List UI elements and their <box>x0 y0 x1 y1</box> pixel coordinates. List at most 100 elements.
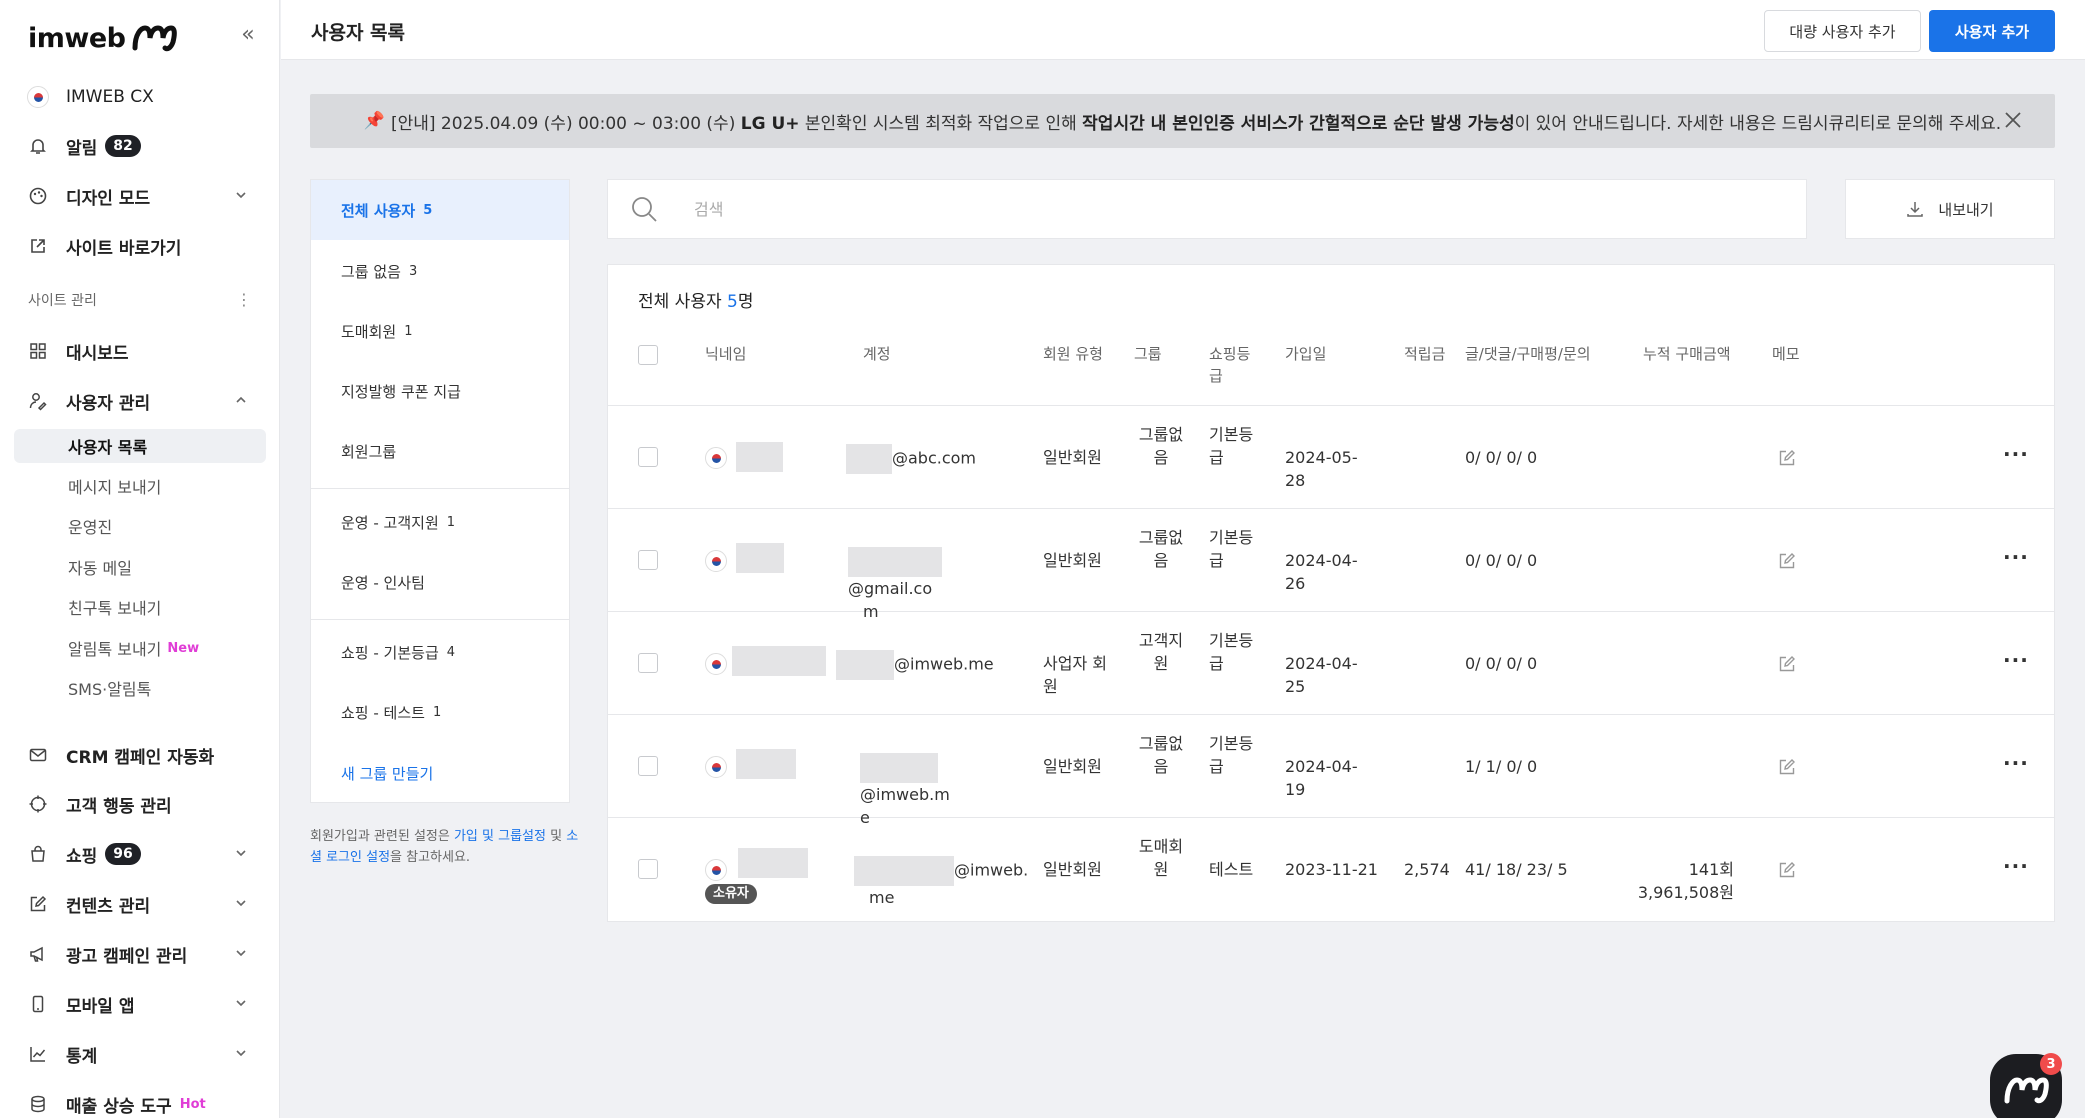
group-item-member-group[interactable]: 회원그룹 <box>311 421 569 481</box>
close-icon[interactable] <box>2001 108 2025 132</box>
top-bar: 사용자 목록 대량 사용자 추가 사용자 추가 <box>281 0 2085 60</box>
more-options-icon[interactable]: ··· <box>2003 648 2029 672</box>
stats-label: 통계 <box>66 1046 98 1067</box>
group-cell: 그룹없음 <box>1138 734 1184 776</box>
group-item-ops-hr[interactable]: 운영 - 인사팀 <box>311 552 569 612</box>
chevron-down-icon <box>236 1050 246 1057</box>
owner-badge: 소유자 <box>705 884 757 904</box>
download-icon <box>1907 202 1924 217</box>
row-checkbox[interactable] <box>638 550 658 570</box>
export-button[interactable]: 내보내기 <box>1845 179 2055 239</box>
header-total-purchase[interactable]: 누적 구매금액 <box>1643 343 1731 365</box>
section-label-site-management: 사이트 관리 <box>28 293 97 309</box>
chevron-down-icon <box>236 900 246 907</box>
search-bar <box>607 179 1807 239</box>
sidebar-item-mobile-app[interactable]: 모바일 앱 <box>26 985 258 1023</box>
posts-cell: 0/ 0/ 0/ 0 <box>1465 654 1538 673</box>
bulk-add-users-button[interactable]: 대량 사용자 추가 <box>1764 10 1921 52</box>
chevron-down-icon <box>236 192 246 199</box>
more-options-icon[interactable]: ··· <box>2003 854 2029 878</box>
sidebar-item-crm[interactable]: CRM 캠페인 자동화 <box>26 736 258 774</box>
sidebar-item-sales-tools[interactable]: 매출 상승 도구 Hot <box>26 1085 258 1118</box>
header-shopping-grade[interactable]: 쇼핑등급 <box>1209 343 1257 387</box>
sidebar-item-dashboard[interactable]: 대시보드 <box>26 332 258 370</box>
table-row[interactable]: @imweb.me 사업자 회원 고객지원 기본등급 2024-04-25 0/… <box>608 612 2054 715</box>
header-points[interactable]: 적립금 <box>1404 343 1445 365</box>
row-checkbox[interactable] <box>638 653 658 673</box>
sidebar-item-ads[interactable]: 광고 캠페인 관리 <box>26 935 258 973</box>
header-nickname[interactable]: 닉네임 <box>705 343 746 365</box>
masked-nickname <box>738 848 808 878</box>
member-type-cell: 일반회원 <box>1043 757 1102 776</box>
group-item-wholesale[interactable]: 도매회원 1 <box>311 301 569 361</box>
group-list-panel: 전체 사용자 5 그룹 없음 3 도매회원 1 지정발행 쿠폰 지급 회원그룹 운영 … <box>310 179 570 803</box>
sidebar-subitem-friendtalk[interactable]: 친구톡 보내기 <box>14 590 266 624</box>
site-selector[interactable]: IMWEB CX <box>26 78 258 116</box>
collapse-sidebar-icon[interactable]: « <box>236 20 260 50</box>
header-account[interactable]: 계정 <box>863 343 891 365</box>
select-all-checkbox[interactable] <box>638 345 658 365</box>
table-row[interactable]: 소유자 @imweb. me 일반회원 도매회원 테스트 2023-11-21 2… <box>608 818 2054 921</box>
chevron-down-icon <box>236 950 246 957</box>
group-item-coupon[interactable]: 지정발행 쿠폰 지급 <box>311 361 569 421</box>
sidebar-subitem-send-message[interactable]: 메시지 보내기 <box>14 469 266 503</box>
memo-edit-icon[interactable] <box>1777 757 1797 777</box>
group-item-all-users[interactable]: 전체 사용자 5 <box>311 180 569 240</box>
external-link-icon <box>26 234 50 258</box>
memo-edit-icon[interactable] <box>1777 860 1797 880</box>
header-posts[interactable]: 글/댓글/구매평/문의 <box>1465 343 1591 365</box>
account-cell: @imweb.me <box>854 856 1034 909</box>
more-options-icon[interactable]: ··· <box>2003 545 2029 569</box>
sidebar-item-stats[interactable]: 통계 <box>26 1035 258 1073</box>
sidebar-subitem-user-list[interactable]: 사용자 목록 <box>14 429 266 463</box>
signup-group-settings-link[interactable]: 가입 및 그룹설정 <box>454 829 546 844</box>
notice-text: [안내] 2025.04.09 (수) 00:00 ~ 03:00 (수) LG… <box>390 113 2002 134</box>
sidebar-subitem-auto-mail[interactable]: 자동 메일 <box>14 550 266 584</box>
search-input[interactable] <box>694 199 1694 219</box>
table-row[interactable]: @imweb.m e 일반회원 그룹없음 기본등급 2024-04-19 1/ 1… <box>608 715 2054 827</box>
megaphone-icon <box>26 942 50 966</box>
sidebar-item-user-management[interactable]: 사용자 관리 <box>26 382 258 420</box>
sidebar-subitem-operators[interactable]: 운영진 <box>14 509 266 543</box>
table-row[interactable]: @abc.com 일반회원 그룹없음 기본등급 2024-05-28 0/ 0/… <box>608 406 2054 509</box>
sidebar-item-alarm[interactable]: 알림 82 <box>26 127 258 165</box>
group-item-ops-support[interactable]: 운영 - 고객지원 1 <box>311 492 569 552</box>
row-checkbox[interactable] <box>638 447 658 467</box>
chevron-up-icon <box>236 396 246 403</box>
add-user-button[interactable]: 사용자 추가 <box>1929 10 2055 52</box>
header-member-type[interactable]: 회원 유형 <box>1043 343 1103 365</box>
group-item-no-group[interactable]: 그룹 없음 3 <box>311 241 569 301</box>
more-vertical-icon[interactable]: ⋮ <box>236 290 252 309</box>
header-group[interactable]: 그룹 <box>1134 343 1162 365</box>
more-options-icon[interactable]: ··· <box>2003 442 2029 466</box>
joined-cell: 2024-04-19 <box>1285 757 1358 799</box>
sidebar-item-behavior[interactable]: 고객 행동 관리 <box>26 785 258 823</box>
sidebar-item-content[interactable]: 컨텐츠 관리 <box>26 885 258 923</box>
divider <box>311 488 569 489</box>
row-checkbox[interactable] <box>638 756 658 776</box>
sidebar-subitem-sms[interactable]: SMS·알림톡 <box>14 671 266 705</box>
memo-edit-icon[interactable] <box>1777 551 1797 571</box>
sidebar-item-design-mode[interactable]: 디자인 모드 <box>26 177 258 215</box>
imweb-chat-icon <box>2004 1077 2049 1104</box>
korea-flag-icon <box>705 859 727 881</box>
imweb-logo[interactable]: imweb <box>28 20 178 56</box>
memo-edit-icon[interactable] <box>1777 654 1797 674</box>
more-options-icon[interactable]: ··· <box>2003 751 2029 775</box>
group-item-shop-test[interactable]: 쇼핑 - 테스트 1 <box>311 682 569 742</box>
group-item-shop-basic[interactable]: 쇼핑 - 기본등급 4 <box>311 622 569 682</box>
sidebar-item-shopping[interactable]: 쇼핑 96 <box>26 835 258 873</box>
sidebar-subitem-alimtalk[interactable]: 알림톡 보내기 New <box>14 631 266 665</box>
pin-icon: 📌 <box>363 111 385 131</box>
database-icon <box>26 1092 50 1116</box>
logo-text: imweb <box>28 22 126 54</box>
crm-label: CRM 캠페인 자동화 <box>66 747 215 768</box>
new-group-link[interactable]: 새 그룹 만들기 <box>311 743 569 803</box>
memo-edit-icon[interactable] <box>1777 448 1797 468</box>
total-purchase-cell: 141회 3,961,508원 <box>1637 860 1734 902</box>
table-row[interactable]: @gmail.co m 일반회원 그룹없음 기본등급 2024-04-26 0/ … <box>608 509 2054 621</box>
row-checkbox[interactable] <box>638 859 658 879</box>
header-joined-date[interactable]: 가입일 <box>1285 343 1326 365</box>
grade-cell: 기본등급 <box>1209 425 1254 467</box>
sidebar-item-site-shortcut[interactable]: 사이트 바로가기 <box>26 227 258 265</box>
